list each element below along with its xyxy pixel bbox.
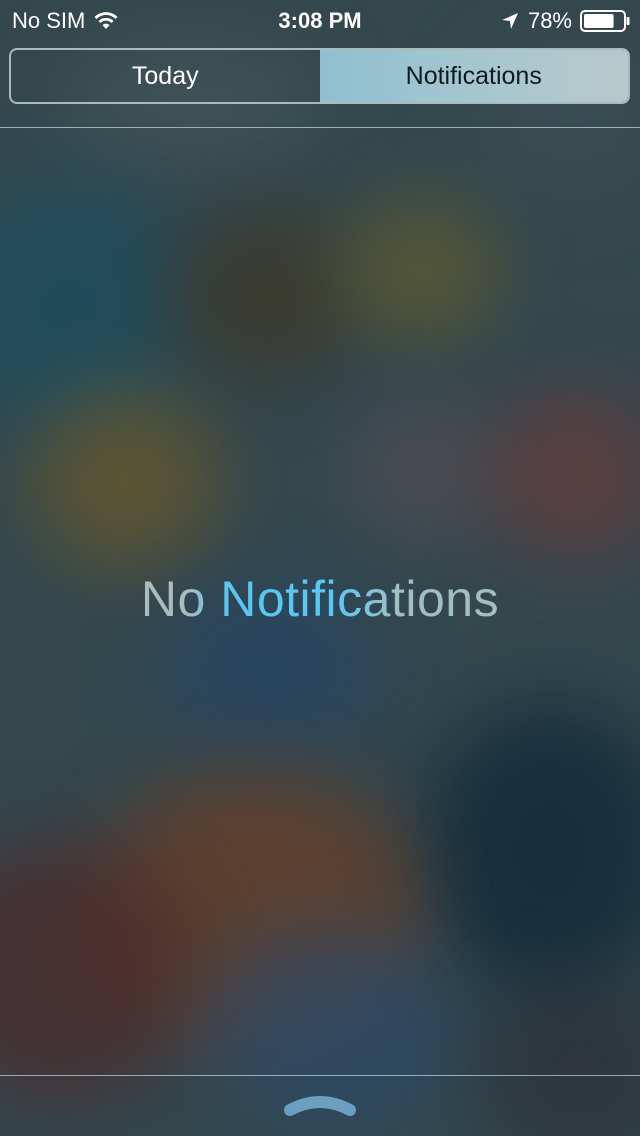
tab-notifications[interactable]: Notifications — [319, 50, 628, 102]
no-notifications-message: No Notifications — [0, 570, 640, 628]
status-right-group: 78% — [500, 8, 630, 34]
today-notifications-segmented-control: Today Notifications — [9, 48, 630, 104]
battery-icon — [580, 10, 630, 32]
battery-percent: 78% — [527, 8, 572, 33]
tab-today[interactable]: Today — [11, 50, 320, 102]
top-divider — [0, 127, 640, 128]
location-arrow-icon — [501, 13, 518, 29]
bottom-divider — [0, 1075, 640, 1076]
status-bar: No SIM 3:08 PM 78% — [0, 0, 640, 40]
blurred-wallpaper — [0, 0, 640, 1136]
notification-center-screen: No SIM 3:08 PM 78% Today Notifications N… — [0, 0, 640, 1136]
chevron-up-grabber-icon[interactable] — [282, 1090, 358, 1120]
